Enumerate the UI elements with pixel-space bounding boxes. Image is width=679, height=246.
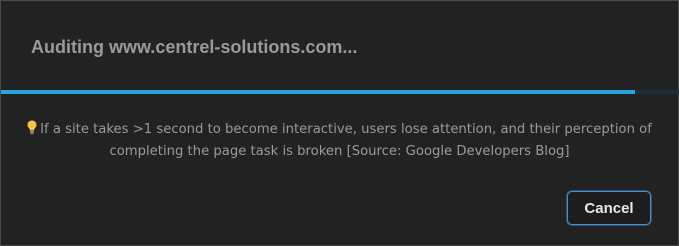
- cancel-button[interactable]: Cancel: [567, 191, 651, 225]
- tip-text: If a site takes >1 second to become inte…: [40, 122, 652, 159]
- dialog-title: Auditing www.centrel-solutions.com...: [31, 37, 358, 57]
- audit-dialog: Auditing www.centrel-solutions.com... If…: [0, 0, 679, 246]
- tip-message: If a site takes >1 second to become inte…: [21, 119, 658, 163]
- lightbulb-icon: [27, 120, 37, 135]
- progress-bar: [1, 90, 679, 94]
- progress-bar-fill: [1, 90, 635, 94]
